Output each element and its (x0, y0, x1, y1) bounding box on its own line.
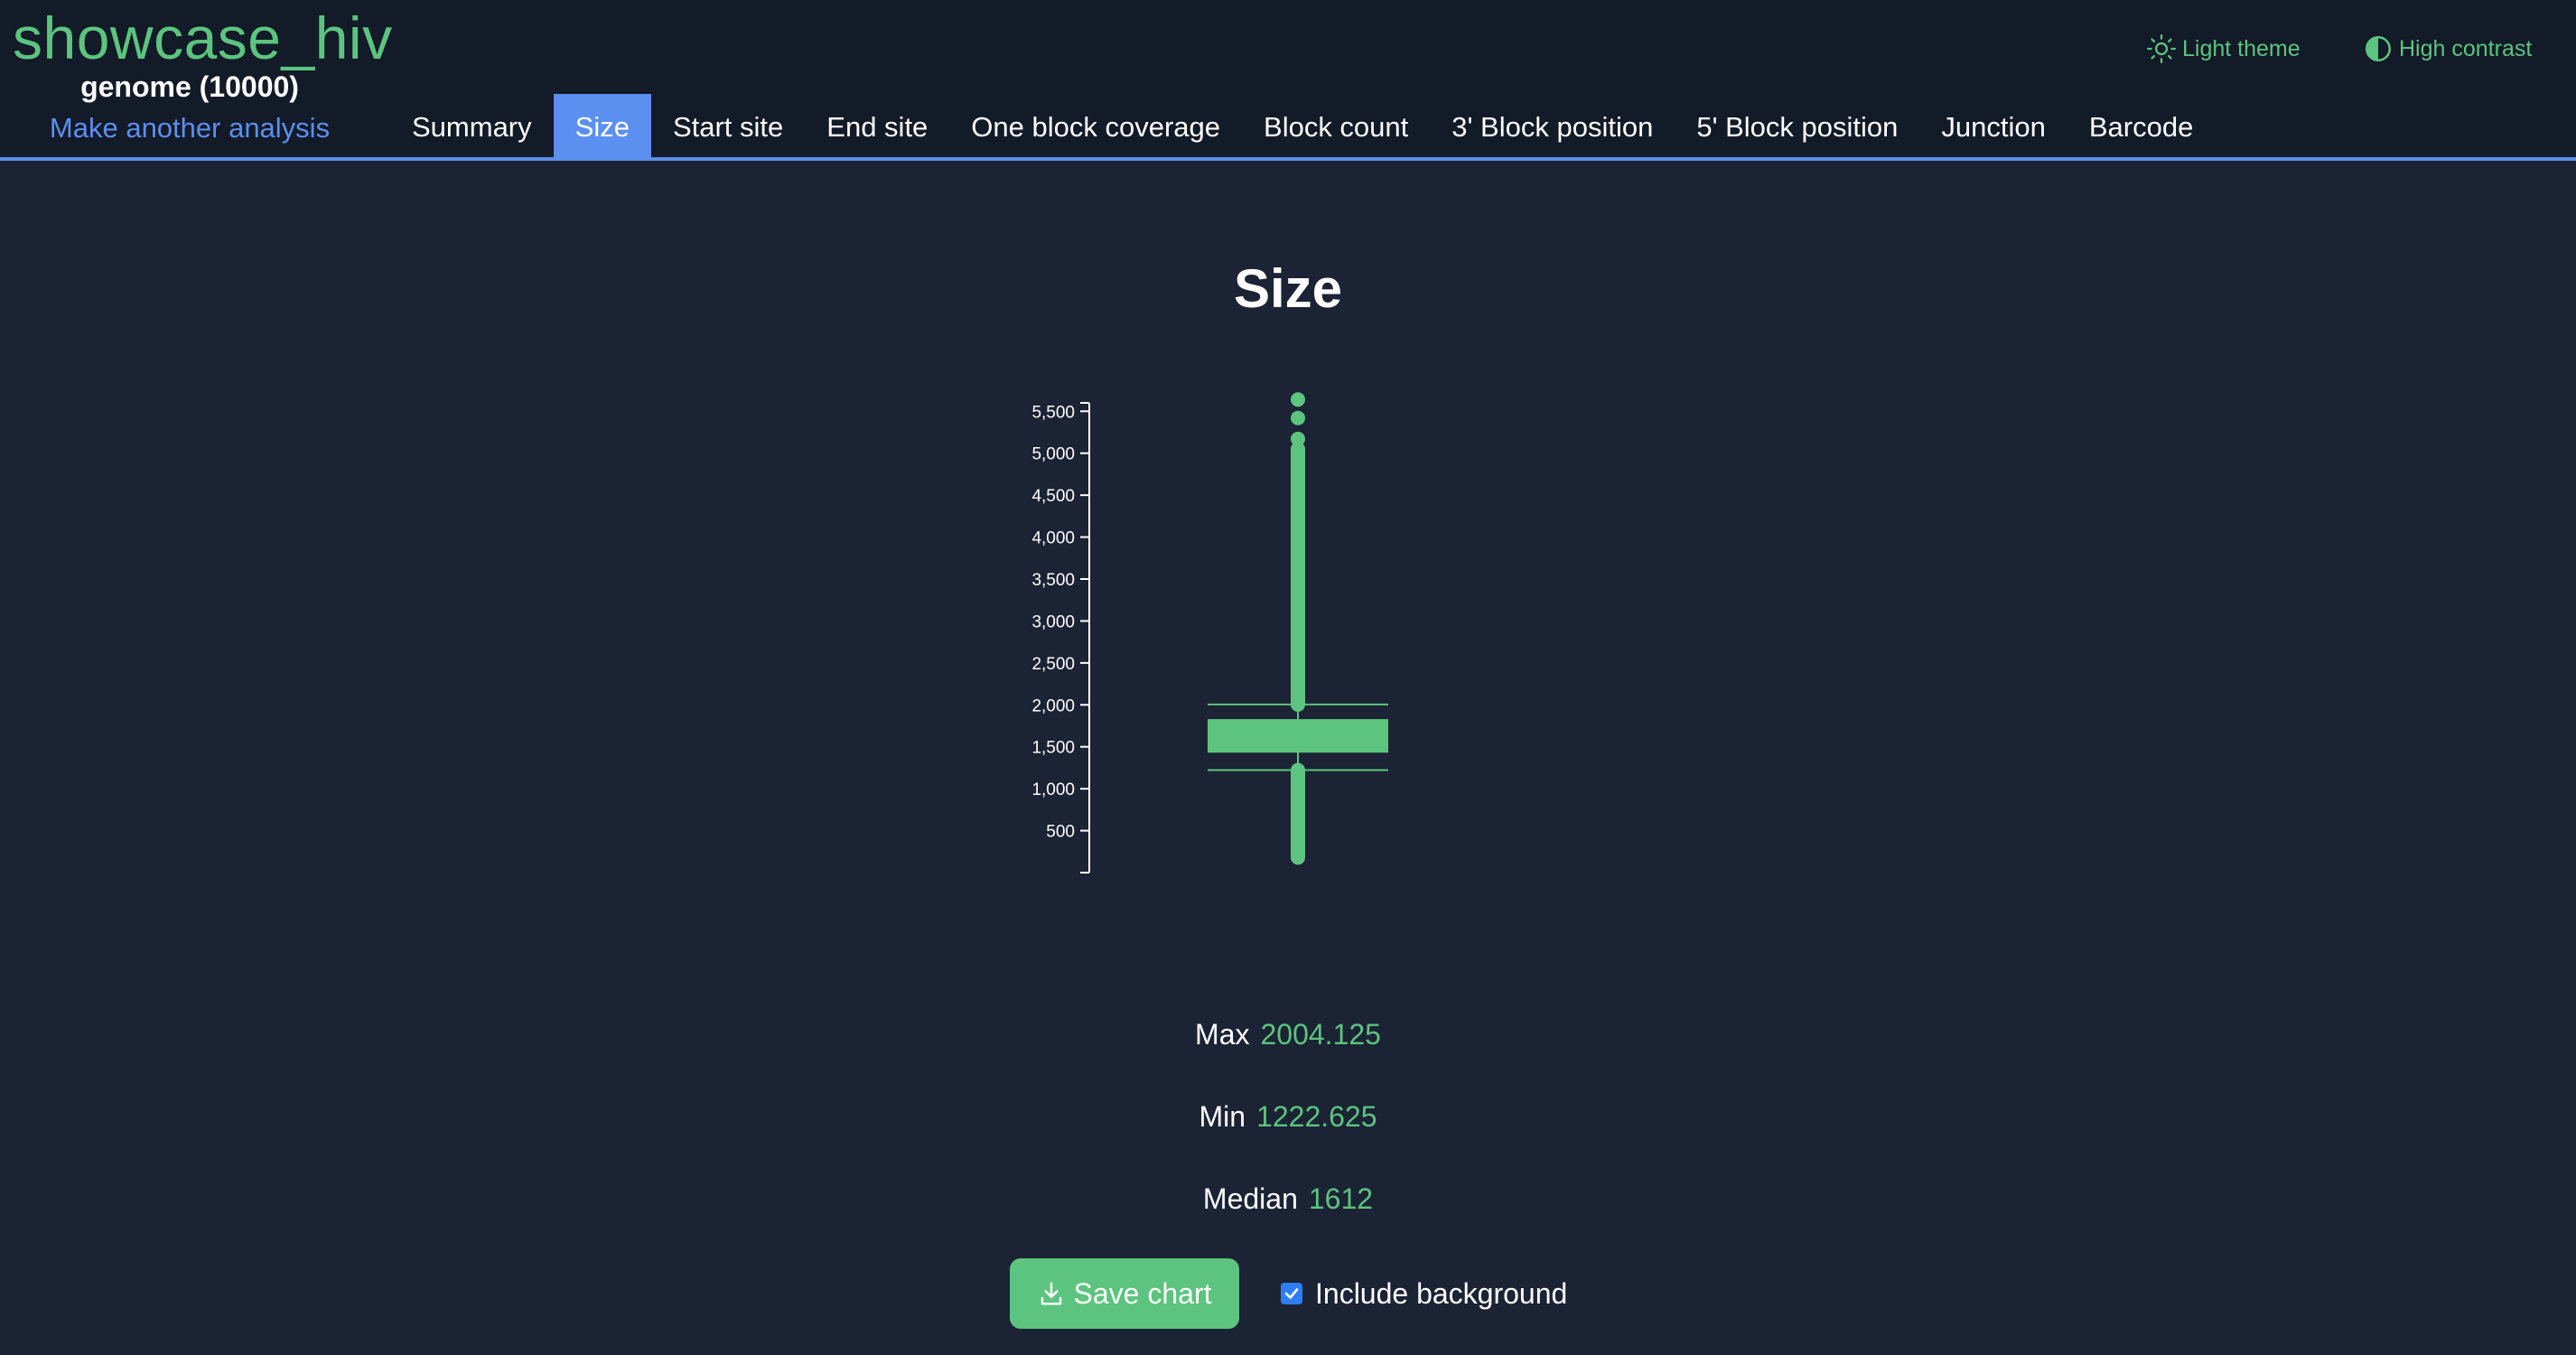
download-icon (1041, 1282, 1061, 1305)
iqr-box (1208, 719, 1388, 753)
light-theme-label: Light theme (2182, 35, 2301, 61)
stat-max-label: Max (1195, 1018, 1250, 1051)
dataset-subtitle: genome (10000) (80, 70, 299, 103)
light-theme-button[interactable]: Light theme (2146, 29, 2301, 69)
page-title: Size (1233, 258, 1343, 319)
high-contrast-button[interactable]: High contrast (2363, 29, 2532, 69)
include-background-checkbox[interactable] (1281, 1283, 1302, 1304)
stat-max-value: 2004.125 (1260, 1018, 1381, 1051)
tab-barcode[interactable]: Barcode (2067, 94, 2215, 161)
include-background-option: Include background (1281, 1272, 1567, 1315)
make-another-analysis-link[interactable]: Make another analysis (0, 107, 379, 149)
outlier-point (1291, 431, 1305, 446)
y-tick-label: 4,000 (1031, 529, 1075, 548)
size-boxplot-chart: 500 1,000 1,500 2,000 2,500 3,000 3,500 4,000 4,… (1031, 392, 1388, 874)
stat-max: Max 2004.125 (0, 1014, 2576, 1055)
stat-median-label: Median (1202, 1182, 1298, 1215)
tab-one-block-coverage[interactable]: One block coverage (949, 94, 1242, 161)
y-tick-label: 5,500 (1031, 403, 1075, 422)
stat-min-value: 1222.625 (1256, 1100, 1377, 1133)
tab-3-block-position[interactable]: 3' Block position (1430, 94, 1675, 161)
tab-start-site[interactable]: Start site (651, 94, 805, 161)
checkmark-icon (1284, 1288, 1299, 1299)
include-background-label: Include background (1315, 1276, 1568, 1310)
tab-size[interactable]: Size (553, 94, 651, 161)
y-tick-label: 3,000 (1031, 612, 1075, 631)
y-tick-label: 5,000 (1031, 445, 1075, 464)
sun-icon (2146, 33, 2177, 64)
high-contrast-label: High contrast (2399, 35, 2533, 61)
app-title: showcase_hiv (13, 5, 393, 71)
contrast-icon (2365, 35, 2392, 62)
header: showcase_hiv genome (10000) Make another… (0, 0, 2576, 161)
tab-end-site[interactable]: End site (805, 94, 949, 161)
y-tick-label: 1,000 (1031, 780, 1075, 799)
y-tick-label: 1,500 (1031, 739, 1075, 758)
y-tick-label: 2,500 (1031, 655, 1075, 674)
stat-min-label: Min (1199, 1100, 1246, 1133)
outlier-point (1291, 392, 1305, 407)
tab-5-block-position[interactable]: 5' Block position (1675, 94, 1919, 161)
tab-bar: Summary Size Start site End site One blo… (390, 94, 2215, 161)
y-tick-label: 2,000 (1031, 696, 1075, 715)
stat-median-value: 1612 (1308, 1182, 1374, 1215)
y-tick-label: 4,500 (1031, 487, 1075, 506)
outlier-point (1291, 410, 1305, 425)
tab-block-count[interactable]: Block count (1242, 94, 1430, 161)
stat-median: Median 1612 (0, 1178, 2576, 1220)
tab-summary[interactable]: Summary (390, 94, 554, 161)
save-chart-label: Save chart (1073, 1276, 1212, 1310)
tab-junction[interactable]: Junction (1919, 94, 2067, 161)
y-tick-label: 500 (1046, 823, 1075, 842)
y-tick-label: 3,500 (1031, 571, 1075, 590)
save-chart-button[interactable]: Save chart (1010, 1258, 1239, 1329)
stat-min: Min 1222.625 (0, 1096, 2576, 1137)
